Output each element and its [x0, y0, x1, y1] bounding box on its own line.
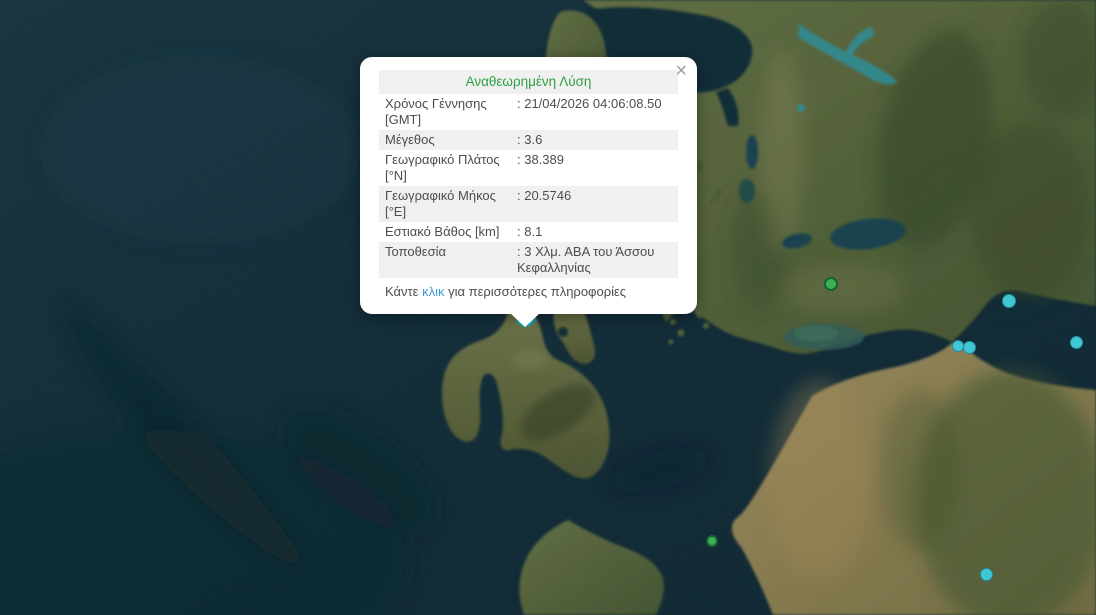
table-row: Εστιακό Βάθος [km] : 8.1 [379, 222, 678, 242]
table-row: Γεωγραφικό Μήκος [°E] : 20.5746 [379, 186, 678, 222]
earthquake-details-table: Αναθεωρημένη Λύση Χρόνος Γέννησης [GMT] … [379, 70, 678, 278]
earthquake-marker[interactable] [1002, 294, 1016, 308]
row-value: : 38.389 [511, 150, 678, 186]
popup-footer: Κάντε κλικ για περισσότερες πληροφορίες [379, 278, 678, 302]
row-value: : 20.5746 [511, 186, 678, 222]
more-info-link[interactable]: κλικ [422, 284, 444, 299]
row-label: Εστιακό Βάθος [km] [379, 222, 511, 242]
earthquake-marker[interactable] [963, 341, 976, 354]
earthquake-marker[interactable] [1070, 336, 1083, 349]
close-icon[interactable]: × [675, 61, 687, 81]
earthquake-marker[interactable] [824, 277, 838, 291]
earthquake-marker[interactable] [980, 568, 993, 581]
popup-tail [510, 313, 540, 327]
map-viewport: × Αναθεωρημένη Λύση Χρόνος Γέννησης [GMT… [0, 0, 1096, 615]
popup-title-row: Αναθεωρημένη Λύση [379, 70, 678, 94]
earthquake-popup: × Αναθεωρημένη Λύση Χρόνος Γέννησης [GMT… [360, 57, 697, 314]
popup-title: Αναθεωρημένη Λύση [379, 70, 678, 94]
earthquake-marker[interactable] [706, 535, 718, 547]
row-label: Μέγεθος [379, 130, 511, 150]
row-label: Τοποθεσία [379, 242, 511, 278]
row-label: Γεωγραφικό Μήκος [°E] [379, 186, 511, 222]
footer-text-suffix: για περισσότερες πληροφορίες [444, 284, 626, 299]
table-row: Τοποθεσία : 3 Χλμ. ΑΒΑ του Άσσου Κεφαλλη… [379, 242, 678, 278]
table-row: Μέγεθος : 3.6 [379, 130, 678, 150]
footer-text-prefix: Κάντε [385, 284, 422, 299]
row-label: Χρόνος Γέννησης [GMT] [379, 94, 511, 130]
row-value: : 3 Χλμ. ΑΒΑ του Άσσου Κεφαλληνίας [511, 242, 678, 278]
row-label: Γεωγραφικό Πλάτος [°N] [379, 150, 511, 186]
row-value: : 21/04/2026 04:06:08.50 [511, 94, 678, 130]
table-row: Χρόνος Γέννησης [GMT] : 21/04/2026 04:06… [379, 94, 678, 130]
row-value: : 8.1 [511, 222, 678, 242]
row-value: : 3.6 [511, 130, 678, 150]
table-row: Γεωγραφικό Πλάτος [°N] : 38.389 [379, 150, 678, 186]
